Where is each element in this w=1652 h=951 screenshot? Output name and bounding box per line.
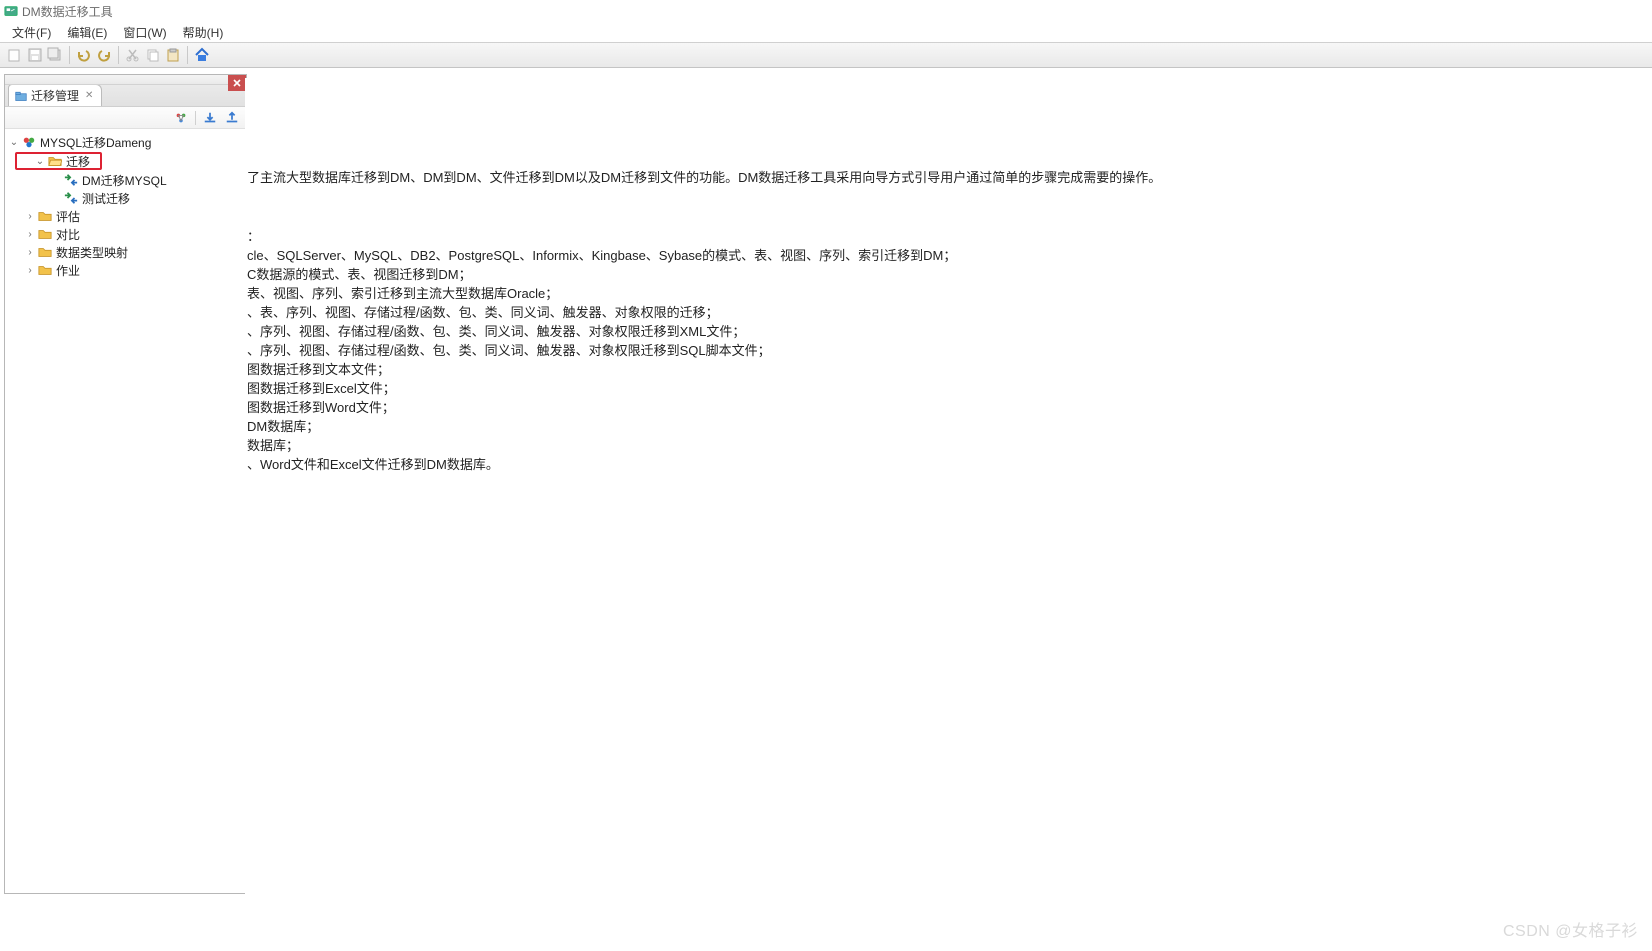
tree-label: 对比 [56,226,80,243]
tab-label: 迁移管理 [31,87,79,104]
migrate-task-icon [63,172,79,188]
title-bar: DM数据迁移工具 [0,0,1652,22]
menu-bar: 文件(F) 编辑(E) 窗口(W) 帮助(H) [0,22,1652,42]
tree-label: 测试迁移 [82,190,130,207]
text-line: 图数据迁移到Word文件； [247,398,1644,417]
sidebar-panel: 迁移管理 ✕ ⌄ MYSQL迁移Dameng [4,74,247,894]
toolbar-separator [69,46,70,64]
text-line: 、Word文件和Excel文件迁移到DM数据库。 [247,455,1644,474]
text-line: 数据库； [247,436,1644,455]
window-title: DM数据迁移工具 [22,3,113,20]
toolbar-separator [187,46,188,64]
link-with-editor-icon[interactable] [173,110,189,126]
copy-icon[interactable] [144,46,162,64]
tree-folder-migrate[interactable]: ⌄ 迁移 [15,152,102,170]
new-icon[interactable] [6,46,24,64]
menu-help[interactable]: 帮助(H) [175,22,232,43]
tree-label: MYSQL迁移Dameng [40,134,151,151]
cut-icon[interactable] [124,46,142,64]
text-line: 了主流大型数据库迁移到DM、DM到DM、文件迁移到DM以及DM迁移到文件的功能。… [247,168,1644,187]
folder-open-icon [47,153,63,169]
toolbar-separator [118,46,119,64]
expander-icon[interactable]: › [23,229,37,240]
expander-icon[interactable]: ⌄ [7,137,21,148]
save-icon[interactable] [26,46,44,64]
text-line: 图数据迁移到文本文件； [247,360,1644,379]
project-icon [21,134,37,150]
undo-icon[interactable] [75,46,93,64]
text-line: 表、视图、序列、索引迁移到主流大型数据库Oracle； [247,284,1644,303]
tree-item-test-migrate[interactable]: 测试迁移 [5,189,246,207]
export-icon[interactable] [224,110,240,126]
app-icon [4,4,18,18]
panel-close-button[interactable] [228,75,246,91]
text-line: 、序列、视图、存储过程/函数、包、类、同义词、触发器、对象权限迁移到SQL脚本文… [247,341,1644,360]
panel-tab-row: 迁移管理 ✕ [5,85,246,107]
tree-folder-evaluate[interactable]: › 评估 [5,207,246,225]
folder-icon [37,262,53,278]
text-line: C数据源的模式、表、视图迁移到DM； [247,265,1644,284]
help-text: 了主流大型数据库迁移到DM、DM到DM、文件迁移到DM以及DM迁移到文件的功能。… [245,78,1646,474]
text-line: 、序列、视图、存储过程/函数、包、类、同义词、触发器、对象权限迁移到XML文件； [247,322,1644,341]
tree-root-project[interactable]: ⌄ MYSQL迁移Dameng [5,133,246,151]
text-line: DM数据库； [247,417,1644,436]
migrate-task-icon [63,190,79,206]
tab-folder-icon [15,90,27,102]
tab-close-icon[interactable]: ✕ [85,90,93,101]
panel-header [5,75,246,85]
expander-icon[interactable]: › [23,247,37,258]
tree-folder-type-map[interactable]: › 数据类型映射 [5,243,246,261]
menu-file[interactable]: 文件(F) [4,22,59,43]
text-line: 、表、序列、视图、存储过程/函数、包、类、同义词、触发器、对象权限的迁移； [247,303,1644,322]
tree-folder-compare[interactable]: › 对比 [5,225,246,243]
main-content: 了主流大型数据库迁移到DM、DM到DM、文件迁移到DM以及DM迁移到文件的功能。… [245,78,1646,945]
home-icon[interactable] [193,46,211,64]
save-all-icon[interactable] [46,46,64,64]
text-line: 图数据迁移到Excel文件； [247,379,1644,398]
menu-edit[interactable]: 编辑(E) [59,22,115,43]
import-icon[interactable] [202,110,218,126]
folder-icon [37,226,53,242]
tree-folder-jobs[interactable]: › 作业 [5,261,246,279]
text-line: cle、SQLServer、MySQL、DB2、PostgreSQL、Infor… [247,246,1644,265]
separator [195,111,196,125]
tab-migrate-manager[interactable]: 迁移管理 ✕ [8,84,102,106]
menu-window[interactable]: 窗口(W) [115,22,174,43]
paste-icon[interactable] [164,46,182,64]
expander-icon[interactable]: ⌄ [33,156,47,167]
toolbar [0,42,1652,68]
folder-icon [37,244,53,260]
redo-icon[interactable] [95,46,113,64]
tree-label: 数据类型映射 [56,244,128,261]
navigation-tree: ⌄ MYSQL迁移Dameng ⌄ 迁移 DM迁移MYSQL [5,129,246,283]
tree-item-dm-mysql[interactable]: DM迁移MYSQL [5,171,246,189]
tree-label: 迁移 [66,153,90,170]
text-line: ： [247,227,1644,246]
tree-label: 评估 [56,208,80,225]
view-toolbar [5,107,246,129]
expander-icon[interactable]: › [23,265,37,276]
tree-label: 作业 [56,262,80,279]
workspace: 迁移管理 ✕ ⌄ MYSQL迁移Dameng [0,68,1652,951]
expander-icon[interactable]: › [23,211,37,222]
tree-label: DM迁移MYSQL [82,172,167,189]
folder-icon [37,208,53,224]
